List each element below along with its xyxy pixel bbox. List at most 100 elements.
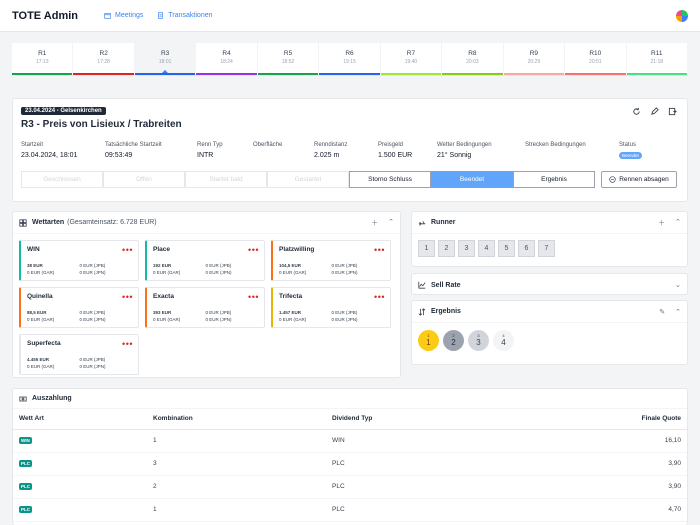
runner-chip[interactable]: 7 [538, 240, 555, 257]
chevron-up-icon[interactable]: ⌃ [388, 218, 394, 228]
chevron-down-icon[interactable]: ⌄ [675, 281, 681, 289]
result-place-badge: 33 [468, 330, 489, 351]
bet-type-tile[interactable]: Superfecta ••• 4.455 EUR 0 EUR (JPB) 0 EUR (… [19, 334, 139, 375]
race-tab-r7[interactable]: R7 19:40 [380, 43, 443, 75]
race-tab-name: R9 [529, 50, 538, 57]
bet-type-tile[interactable]: Place ••• 192 EUR 0 EUR (JPB) 0 EUR (GAR) 0 E… [145, 240, 265, 281]
result-places: 11223344 [412, 323, 687, 358]
race-tab-r1[interactable]: R1 17:13 [12, 43, 74, 75]
race-tabs: R1 17:13 R2 17:28 R3 18:01 R4 18:24 R5 18:52 R6 19:… [12, 43, 688, 76]
race-tab-name: R7 [406, 50, 416, 57]
cell-wett-art: PLC [13, 475, 147, 499]
table-row: WIN 1 WIN 16,10 [13, 429, 687, 453]
app-title: TOTE Admin [12, 9, 78, 22]
top-bar: TOTE Admin Meetings Transaktionen [0, 0, 700, 32]
runner-card: Runner ＋ ⌃ 1234567 [411, 211, 688, 267]
bet-type-name: WIN [27, 246, 40, 253]
bet-type-amounts: 1.457 EUR 0 EUR (JPB) 0 EUR (GAR) 0 EUR (JP… [279, 310, 384, 322]
runner-chip[interactable]: 6 [518, 240, 535, 257]
race-tab-r3[interactable]: R3 18:01 [134, 43, 197, 75]
bet-amount: 0 EUR (GAR) [27, 270, 55, 275]
sell-rate-title: Sell Rate [431, 281, 461, 289]
add-icon[interactable]: ＋ [371, 218, 378, 228]
chevron-up-icon[interactable]: ⌃ [675, 218, 681, 228]
info-label: Status [619, 142, 637, 148]
info-value: 21° Sonnig [437, 152, 472, 159]
place-runner: 2 [451, 338, 456, 347]
runner-chip[interactable]: 2 [438, 240, 455, 257]
nav-meetings[interactable]: Meetings [104, 12, 143, 19]
wettarten-title: Wettarten [32, 219, 65, 226]
bet-type-tile[interactable]: Quinella ••• 88,5 EUR 0 EUR (JPB) 0 EUR (GAR… [19, 287, 139, 328]
cell-finale-quote: 4,70 [508, 498, 687, 522]
race-tab-r11[interactable]: R11 21:18 [626, 43, 688, 75]
race-tab-r5[interactable]: R5 18:52 [257, 43, 320, 75]
document-icon [158, 12, 164, 19]
race-tab-color-bar [626, 73, 687, 75]
runner-chip[interactable]: 5 [498, 240, 515, 257]
more-options-icon[interactable]: ••• [122, 340, 133, 349]
bet-amount: 0 EUR (GAR) [27, 317, 55, 322]
race-tab-r9[interactable]: R9 20:29 [503, 43, 566, 75]
race-title: R3 - Preis von Lisieux / Trabreiten [21, 119, 182, 130]
avatar[interactable] [676, 9, 688, 22]
race-tab-r6[interactable]: R6 19:15 [319, 43, 381, 75]
bet-type-tile[interactable]: Trifecta ••• 1.457 EUR 0 EUR (JPB) 0 EUR (GA… [271, 287, 391, 328]
race-tab-r8[interactable]: R8 20:03 [442, 43, 504, 75]
edit-icon[interactable] [650, 107, 659, 116]
info-value: 09:53:49 [105, 152, 133, 159]
bet-amount: 0 EUR (JPB) [205, 310, 232, 315]
step-storno-schluss[interactable]: Storno Schluss [349, 171, 431, 188]
col-wett-art: Wett Art [13, 409, 147, 430]
payout-icon [19, 396, 27, 401]
result-place-badge: 44 [493, 330, 514, 351]
edit-result-icon[interactable]: ✎ [659, 308, 665, 316]
export-icon[interactable] [668, 107, 677, 116]
bet-amount: 0 EUR (GAR) [27, 364, 55, 369]
cell-dividend-typ: PLC [326, 475, 509, 499]
step-startet-bald: Startet bald [185, 171, 267, 188]
more-options-icon[interactable]: ••• [122, 293, 133, 302]
bet-type-tile[interactable]: WIN ••• 38 EUR 0 EUR (JPB) 0 EUR (GAR) 0 EUR … [19, 240, 139, 281]
nav-transaktionen[interactable]: Transaktionen [157, 12, 213, 19]
sell-rate-card[interactable]: Sell Rate ⌄ [411, 273, 688, 295]
cell-wett-art: PLC [13, 498, 147, 522]
runner-chip[interactable]: 1 [418, 240, 435, 257]
bet-type-tile[interactable]: Platzwilling ••• 104,5 EUR 0 EUR (JPB) 0 EUR… [271, 240, 391, 281]
bet-type-amounts: 192 EUR 0 EUR (JPB) 0 EUR (GAR) 0 EUR (JPN) [153, 263, 258, 275]
more-options-icon[interactable]: ••• [248, 246, 259, 255]
more-options-icon[interactable]: ••• [122, 246, 133, 255]
info-label: Preisgeld [378, 142, 404, 148]
runner-chip[interactable]: 3 [458, 240, 475, 257]
race-tab-r10[interactable]: R10 20:51 [565, 43, 627, 75]
race-tab-color-bar [73, 73, 134, 75]
abort-race-button[interactable]: Rennen absagen [601, 171, 677, 188]
col-kombination: Kombination [147, 409, 326, 430]
add-runner-icon[interactable]: ＋ [658, 218, 665, 228]
bet-type-tile[interactable]: Exacta ••• 393 EUR 0 EUR (JPB) 0 EUR (GAR) 0 … [145, 287, 265, 328]
more-options-icon[interactable]: ••• [248, 293, 259, 302]
bet-amount: 88,5 EUR [27, 310, 47, 315]
status-badge: Beendet [619, 152, 642, 159]
place-runner: 4 [501, 338, 506, 347]
runner-chip[interactable]: 4 [478, 240, 495, 257]
bet-type-amounts: 38 EUR 0 EUR (JPB) 0 EUR (GAR) 0 EUR (JPN) [27, 263, 132, 275]
race-tab-name: R11 [651, 50, 663, 57]
bet-type-tag: PLC [19, 506, 32, 513]
bet-amount: 0 EUR (JPN) [205, 317, 232, 322]
wettarten-subtitle: (Gesamteinsatz: 6.728 EUR) [67, 219, 157, 226]
more-options-icon[interactable]: ••• [374, 246, 385, 255]
more-options-icon[interactable]: ••• [374, 293, 385, 302]
refresh-icon[interactable] [632, 107, 641, 116]
step-ergebnis[interactable]: Ergebnis [513, 171, 595, 188]
step-beendet[interactable]: Beendet [431, 171, 513, 188]
info-label: Oberfläche [253, 142, 283, 148]
cell-wett-art: WIN [13, 429, 147, 453]
race-tab-time: 20:29 [527, 59, 541, 65]
race-tab-r4[interactable]: R4 18:24 [196, 43, 258, 75]
bet-amount: 0 EUR (JPN) [205, 270, 232, 275]
race-tab-r2[interactable]: R2 17:28 [73, 43, 135, 75]
info-value: 1.500 EUR [378, 152, 413, 159]
runner-title: Runner [431, 219, 456, 226]
chevron-up-icon[interactable]: ⌃ [675, 308, 681, 316]
